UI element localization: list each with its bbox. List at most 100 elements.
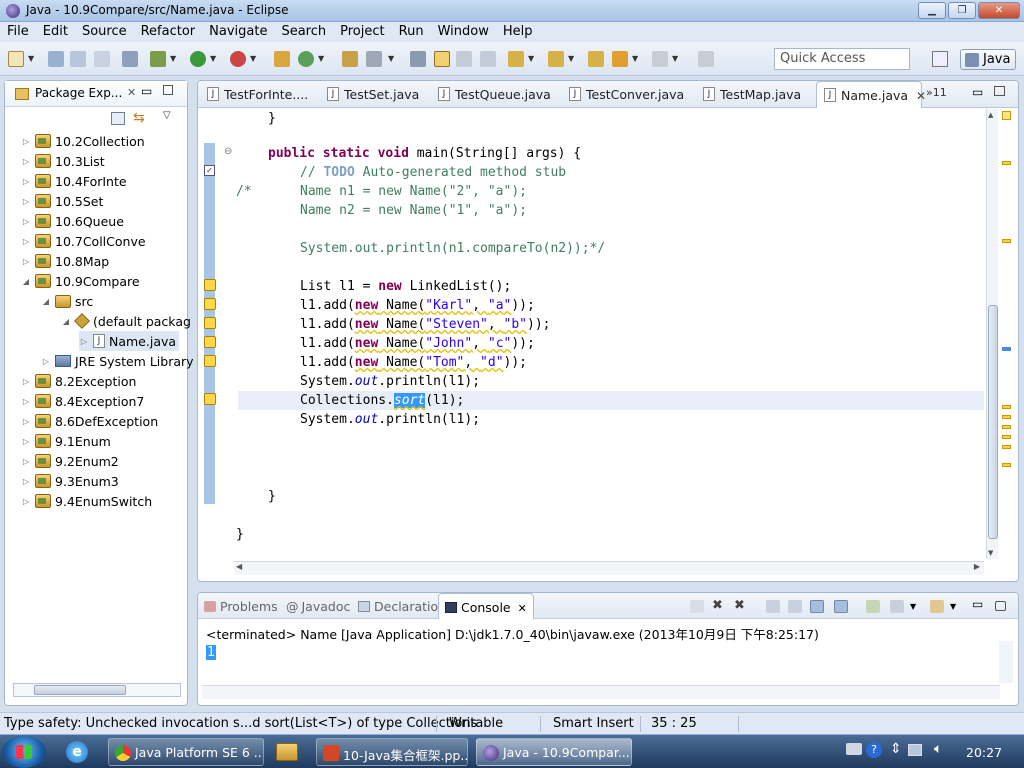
- warning-marker[interactable]: [1002, 425, 1011, 429]
- chevron-down-icon[interactable]: ▼: [672, 54, 678, 63]
- chevron-down-icon[interactable]: ▼: [170, 54, 176, 63]
- collapse-icon[interactable]: ◢: [61, 317, 71, 326]
- link-with-editor-icon[interactable]: ⇆: [133, 110, 145, 126]
- network-icon[interactable]: [908, 744, 922, 756]
- tree-item-selected[interactable]: ▷ J Name.java: [79, 331, 179, 351]
- close-icon[interactable]: ✕: [518, 602, 527, 615]
- minimize-icon[interactable]: ▭: [972, 85, 983, 99]
- tree-item[interactable]: ▷ 10.6Queue: [21, 211, 124, 231]
- package-explorer-hscroll[interactable]: [13, 683, 181, 697]
- warning-marker[interactable]: [1002, 435, 1011, 439]
- tree-item[interactable]: ▷ 9.4EnumSwitch: [21, 491, 152, 511]
- menu-edit[interactable]: Edit: [36, 22, 75, 42]
- scroll-up-icon[interactable]: ▲: [988, 111, 993, 119]
- menu-refactor[interactable]: Refactor: [134, 22, 203, 42]
- new-class-icon[interactable]: [298, 51, 314, 67]
- clock[interactable]: 20:27: [966, 745, 1002, 760]
- scroll-lock-icon[interactable]: [788, 600, 802, 613]
- menu-window[interactable]: Window: [431, 22, 496, 42]
- tab-testconver[interactable]: J TestConver.java: [562, 81, 684, 108]
- close-icon[interactable]: ✕: [127, 86, 136, 99]
- show-on-stdout-icon[interactable]: [810, 600, 824, 613]
- expand-icon[interactable]: ▷: [21, 137, 31, 146]
- tree-item[interactable]: ◢ 10.9Compare: [21, 271, 140, 291]
- console-hscroll[interactable]: [202, 685, 1000, 699]
- expand-icon[interactable]: ▷: [21, 257, 31, 266]
- tab-testqueue[interactable]: J TestQueue.java: [431, 81, 551, 108]
- annotation-icon[interactable]: [410, 51, 426, 67]
- tree-item[interactable]: ▷ 8.4Exception7: [21, 391, 144, 411]
- tab-overflow[interactable]: »11: [926, 86, 947, 99]
- warning-marker[interactable]: [1002, 415, 1011, 419]
- package-explorer-tab[interactable]: Package Exp... ✕ ▭: [5, 81, 187, 107]
- show-on-stderr-icon[interactable]: [834, 600, 848, 613]
- tab-javadoc[interactable]: @ Javadoc: [286, 599, 350, 614]
- chevron-down-icon[interactable]: ▼: [318, 54, 324, 63]
- new-java-project-icon[interactable]: [274, 51, 290, 67]
- expand-icon[interactable]: ▷: [21, 437, 31, 446]
- chevron-down-icon[interactable]: ▼: [528, 54, 534, 63]
- mark-occurrences-icon[interactable]: [434, 51, 450, 67]
- expand-icon[interactable]: ▷: [21, 217, 31, 226]
- tree-item[interactable]: ▷ 10.3List: [21, 151, 105, 171]
- remove-launch-icon[interactable]: ✖: [712, 598, 726, 613]
- menu-file[interactable]: File: [0, 22, 36, 42]
- expand-icon[interactable]: ▷: [21, 237, 31, 246]
- pin-editor-icon[interactable]: [698, 51, 714, 67]
- taskbar-item-java-platform[interactable]: Java Platform SE 6 ...: [108, 738, 264, 766]
- maximize-icon[interactable]: [163, 85, 173, 95]
- terminate-icon[interactable]: [690, 600, 704, 613]
- skip-breakpoints-icon[interactable]: [122, 51, 138, 67]
- warning-marker[interactable]: [1002, 463, 1011, 467]
- display-console-icon[interactable]: [890, 600, 904, 613]
- tab-console[interactable]: Console ✕: [438, 593, 534, 619]
- scroll-left-icon[interactable]: ◀: [236, 562, 242, 571]
- warning-marker[interactable]: [1002, 161, 1011, 165]
- open-type-icon[interactable]: [342, 51, 358, 67]
- expand-icon[interactable]: ▷: [21, 497, 31, 506]
- maximize-icon[interactable]: [995, 601, 1006, 611]
- warning-summary-icon[interactable]: [1002, 111, 1011, 120]
- menu-search[interactable]: Search: [274, 22, 333, 42]
- expand-icon[interactable]: ▷: [21, 477, 31, 486]
- expand-icon[interactable]: ▷: [21, 177, 31, 186]
- tree-item[interactable]: ▷ 10.2Collection: [21, 131, 145, 151]
- chevron-down-icon[interactable]: ▼: [632, 54, 638, 63]
- editor-hscroll[interactable]: ◀ ▶: [234, 561, 984, 575]
- console-vscroll[interactable]: [999, 641, 1013, 683]
- warning-icon[interactable]: [204, 298, 216, 310]
- minimize-icon[interactable]: ▭: [972, 597, 986, 611]
- occurrence-marker[interactable]: [1002, 347, 1011, 351]
- help-icon[interactable]: ?: [866, 742, 882, 758]
- taskbar-item-powerpoint[interactable]: 10-Java集合框架.pp...: [316, 738, 468, 766]
- tree-item[interactable]: ▷ JRE System Library: [41, 351, 194, 371]
- show-hidden-icons-icon[interactable]: ⇕: [890, 741, 902, 757]
- scroll-thumb[interactable]: [988, 305, 998, 539]
- taskbar-item-eclipse[interactable]: Java - 10.9Compar...: [476, 738, 632, 766]
- java-perspective-button[interactable]: Java: [960, 49, 1016, 70]
- tab-problems[interactable]: Problems: [204, 599, 278, 614]
- quick-access-input[interactable]: Quick Access: [774, 48, 910, 70]
- external-tools-icon[interactable]: [230, 51, 246, 67]
- next-annotation-icon[interactable]: [508, 51, 524, 67]
- view-menu-icon[interactable]: ▽: [163, 110, 171, 121]
- collapse-icon[interactable]: ◢: [21, 277, 31, 286]
- tree-item[interactable]: ◢ (default packag: [61, 311, 191, 331]
- warning-marker[interactable]: [1002, 239, 1011, 243]
- close-icon[interactable]: ✕: [916, 89, 926, 103]
- keyboard-icon[interactable]: [846, 743, 862, 755]
- tree-item[interactable]: ▷ 10.8Map: [21, 251, 109, 271]
- warning-icon[interactable]: [204, 393, 216, 405]
- whitespace-icon[interactable]: [480, 51, 496, 67]
- folder-icon[interactable]: [276, 743, 298, 761]
- warning-icon[interactable]: [204, 355, 216, 367]
- chevron-down-icon[interactable]: ▼: [28, 54, 34, 63]
- minimize-button[interactable]: ▁: [918, 2, 946, 19]
- expand-icon[interactable]: ▷: [41, 357, 51, 366]
- tree-item[interactable]: ▷ 8.2Exception: [21, 371, 136, 391]
- scroll-thumb[interactable]: [34, 685, 126, 695]
- expand-icon[interactable]: ▷: [79, 337, 89, 346]
- warning-icon[interactable]: [204, 317, 216, 329]
- chevron-down-icon[interactable]: ▼: [568, 54, 574, 63]
- tree-item[interactable]: ▷ 10.4ForInte: [21, 171, 127, 191]
